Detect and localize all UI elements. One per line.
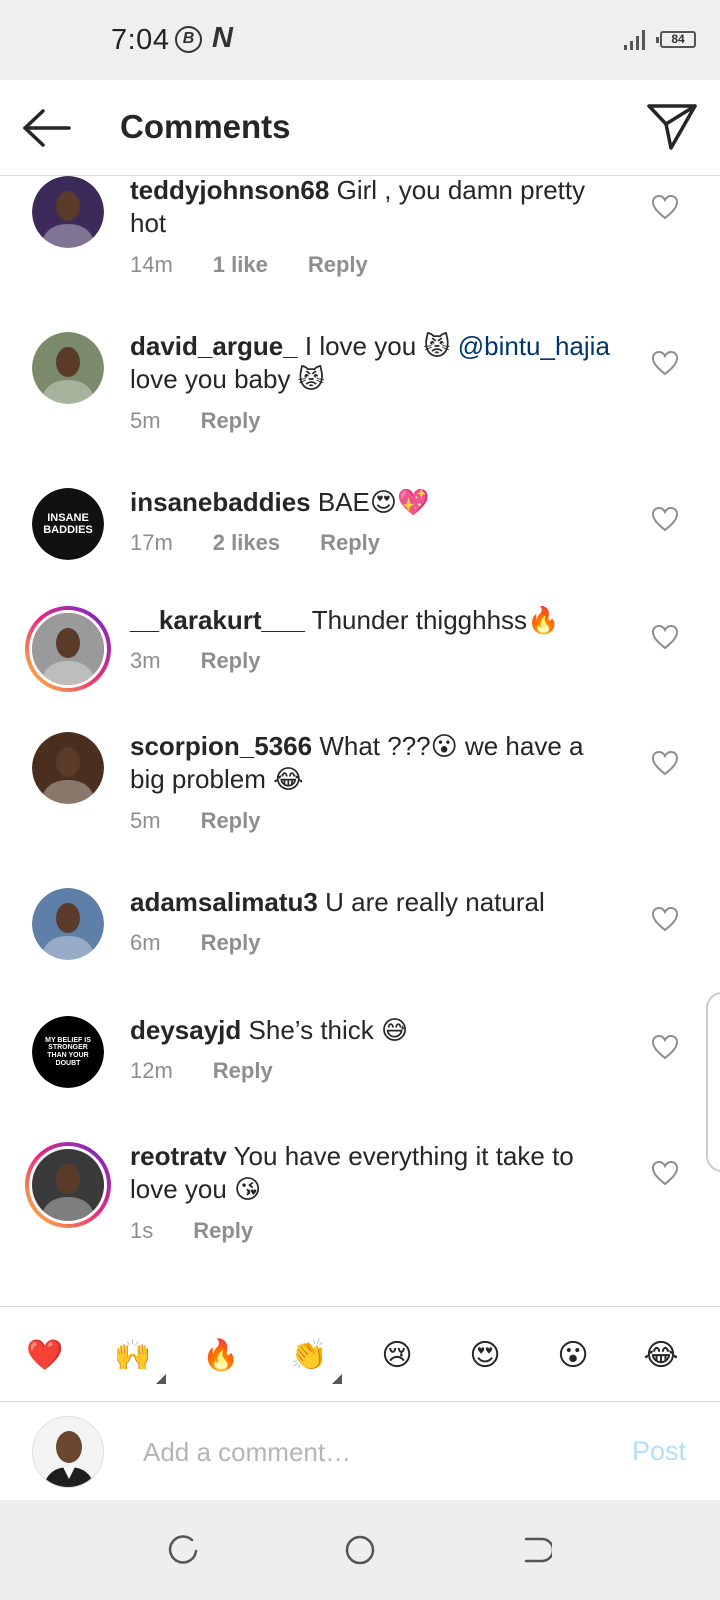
skin-tone-indicator-icon: [332, 1374, 342, 1384]
reaction-button[interactable]: 🙌: [106, 1329, 160, 1383]
emoji: 💖: [397, 487, 430, 517]
header: Comments: [0, 80, 720, 176]
comment-composer: Post: [0, 1402, 720, 1500]
comment-meta: 1s Reply: [130, 1218, 293, 1244]
reply-button[interactable]: Reply: [201, 648, 261, 674]
reply-button[interactable]: Reply: [201, 408, 261, 434]
like-count[interactable]: 1 like: [213, 252, 268, 278]
reaction-button[interactable]: 😮: [546, 1329, 600, 1383]
comment-username[interactable]: adamsalimatu3: [130, 887, 318, 917]
comment-time: 6m: [130, 930, 161, 955]
comment-time: 5m: [130, 408, 161, 433]
system-nav-bar: [0, 1500, 720, 1600]
emoji: 😾: [423, 331, 451, 361]
heart-icon[interactable]: [651, 624, 679, 650]
emoji: 😅: [381, 1015, 409, 1045]
status-time: 7:04: [111, 24, 170, 56]
comment-meta: 6m Reply: [130, 930, 300, 956]
emoji: 😮: [430, 731, 458, 761]
signal-icon: [624, 30, 648, 50]
comment-input[interactable]: [143, 1432, 573, 1472]
comment-text: deysayjd She’s thick 😅: [130, 1015, 409, 1045]
avatar[interactable]: MY BELIEF IS STRONGER THAN YOUR DOUBT: [32, 1016, 104, 1088]
comment-text: scorpion_5366 What ???😮 we have a big pr…: [130, 731, 584, 794]
avatar[interactable]: [32, 732, 104, 804]
comment-username[interactable]: teddyjohnson68: [130, 176, 329, 205]
reply-button[interactable]: Reply: [320, 530, 380, 556]
avatar[interactable]: INSANE BADDIES: [32, 488, 104, 560]
comment-username[interactable]: __karakurt___: [130, 605, 305, 635]
comment-username[interactable]: reotratv: [130, 1141, 227, 1171]
comment-username[interactable]: deysayjd: [130, 1015, 241, 1045]
comment-meta: 5m Reply: [130, 408, 300, 434]
emoji: 😂: [273, 764, 304, 794]
post-button[interactable]: Post: [632, 1436, 686, 1467]
home-icon[interactable]: [344, 1534, 376, 1566]
battery-icon: 84: [656, 31, 696, 48]
back-nav-icon[interactable]: [520, 1534, 552, 1566]
current-user-avatar: [32, 1416, 104, 1488]
comment-meta: 3m Reply: [130, 648, 300, 674]
comment-meta: 5m Reply: [130, 808, 300, 834]
avatar[interactable]: [25, 606, 111, 692]
heart-icon[interactable]: [651, 506, 679, 532]
comment-username[interactable]: david_argue_: [130, 331, 298, 361]
emoji: 😾: [297, 364, 325, 394]
comment-text: adamsalimatu3 U are really natural: [130, 887, 545, 917]
heart-icon[interactable]: [651, 750, 679, 776]
emoji: 😍: [369, 487, 397, 517]
comment-time: 1s: [130, 1218, 154, 1243]
reply-button[interactable]: Reply: [193, 1218, 253, 1244]
reply-button[interactable]: Reply: [308, 252, 368, 278]
comment-username[interactable]: insanebaddies: [130, 487, 311, 517]
comment-time: 3m: [130, 648, 161, 673]
emoji: 🔥: [527, 605, 560, 635]
avatar[interactable]: [32, 332, 104, 404]
avatar[interactable]: [32, 176, 104, 248]
comment-meta: 14m 1 like Reply: [130, 252, 408, 278]
arrow-left-icon[interactable]: [22, 108, 72, 148]
reaction-button[interactable]: 🔥: [194, 1329, 248, 1383]
reaction-button[interactable]: ❤️: [18, 1329, 72, 1383]
comment-time: 17m: [130, 530, 173, 555]
like-count[interactable]: 2 likes: [213, 530, 280, 556]
quick-reaction-bar: ❤️ 🙌 🔥 👏 😢 😍 😮 😂: [0, 1306, 720, 1402]
heart-icon[interactable]: [651, 906, 679, 932]
heart-icon[interactable]: [651, 1034, 679, 1060]
comment-meta: 12m Reply: [130, 1058, 313, 1084]
comment-username[interactable]: scorpion_5366: [130, 731, 312, 761]
mention-link[interactable]: @bintu_hajia: [458, 331, 610, 361]
comment-list[interactable]: teddyjohnson68 Girl , you damn pretty ho…: [0, 176, 720, 1306]
avatar[interactable]: [25, 1142, 111, 1228]
comment-text: david_argue_ I love you 😾 @bintu_hajia l…: [130, 331, 610, 394]
reply-button[interactable]: Reply: [201, 930, 261, 956]
heart-icon[interactable]: [651, 194, 679, 220]
heart-icon[interactable]: [651, 350, 679, 376]
comment-text: __karakurt___ Thunder thigghhss🔥: [130, 605, 560, 635]
reply-button[interactable]: Reply: [201, 808, 261, 834]
comment-meta: 17m 2 likes Reply: [130, 530, 420, 556]
comment-time: 5m: [130, 808, 161, 833]
comment-text: teddyjohnson68 Girl , you damn pretty ho…: [130, 176, 586, 238]
recent-apps-icon[interactable]: [168, 1534, 200, 1566]
reaction-button[interactable]: 😍: [458, 1329, 512, 1383]
n-badge-icon: N: [212, 22, 233, 54]
reaction-button[interactable]: 😢: [370, 1329, 424, 1383]
page-title: Comments: [120, 108, 291, 145]
skin-tone-indicator-icon: [156, 1374, 166, 1384]
b-badge-icon: B: [175, 26, 202, 53]
avatar[interactable]: [32, 888, 104, 960]
status-bar: 7:04 B N 84: [0, 0, 720, 80]
comment-time: 14m: [130, 252, 173, 277]
emoji: 😘: [234, 1174, 262, 1204]
comment-text: insanebaddies BAE😍💖: [130, 487, 430, 517]
reply-button[interactable]: Reply: [213, 1058, 273, 1084]
heart-icon[interactable]: [651, 1160, 679, 1186]
send-icon[interactable]: [646, 102, 698, 152]
side-panel-handle[interactable]: [706, 992, 720, 1172]
comment-time: 12m: [130, 1058, 173, 1083]
comment-text: reotratv You have everything it take to …: [130, 1141, 574, 1204]
reaction-button[interactable]: 👏: [282, 1329, 336, 1383]
reaction-button[interactable]: 😂: [634, 1329, 688, 1383]
